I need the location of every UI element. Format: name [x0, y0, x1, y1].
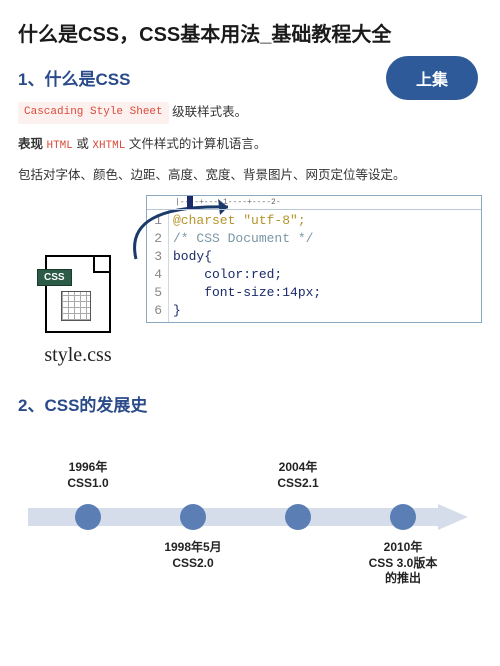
- timeline-item: 1998年5月 CSS2.0: [148, 540, 238, 571]
- keyword-html: HTML: [46, 140, 72, 152]
- timeline-dot: [285, 504, 311, 530]
- css-file-tab: CSS: [37, 269, 72, 286]
- editor-ruler: |----+----1----+----2-: [147, 196, 481, 210]
- timeline-item: 2010年 CSS 3.0版本 的推出: [353, 540, 453, 587]
- timeline-dot: [75, 504, 101, 530]
- page-title: 什么是CSS，CSS基本用法_基础教程大全: [18, 18, 482, 47]
- episode-badge: 上集: [386, 56, 478, 100]
- definition-line-3: 包括对字体、颜色、边距、高度、宽度、背景图片、网页定位等设定。: [18, 165, 482, 185]
- section2-heading: 2、CSS的发展史: [18, 391, 482, 416]
- definition-line-2: 表现 HTML 或 XHTML 文件样式的计算机语言。: [18, 134, 482, 156]
- file-grid-icon: [61, 291, 91, 321]
- timeline-item: 2004年 CSS2.1: [253, 460, 343, 491]
- filename-label: style.css: [18, 344, 138, 367]
- timeline-dot: [390, 504, 416, 530]
- css-full-name-chip: Cascading Style Sheet: [18, 102, 169, 124]
- css-file-icon: CSS: [45, 255, 111, 333]
- ruler-cursor-icon: [187, 196, 193, 210]
- definition-line-1: Cascading Style Sheet 级联样式表。: [18, 102, 482, 124]
- file-column: CSS style.css: [18, 195, 138, 367]
- timeline-dot: [180, 504, 206, 530]
- timeline: 1996年 CSS1.0 2004年 CSS2.1 1998年5月 CSS2.0…: [18, 428, 482, 598]
- illustration-row: CSS style.css |----+----1----+----2- 123…: [18, 195, 482, 367]
- keyword-xhtml: XHTML: [92, 140, 125, 152]
- timeline-item: 1996年 CSS1.0: [43, 460, 133, 491]
